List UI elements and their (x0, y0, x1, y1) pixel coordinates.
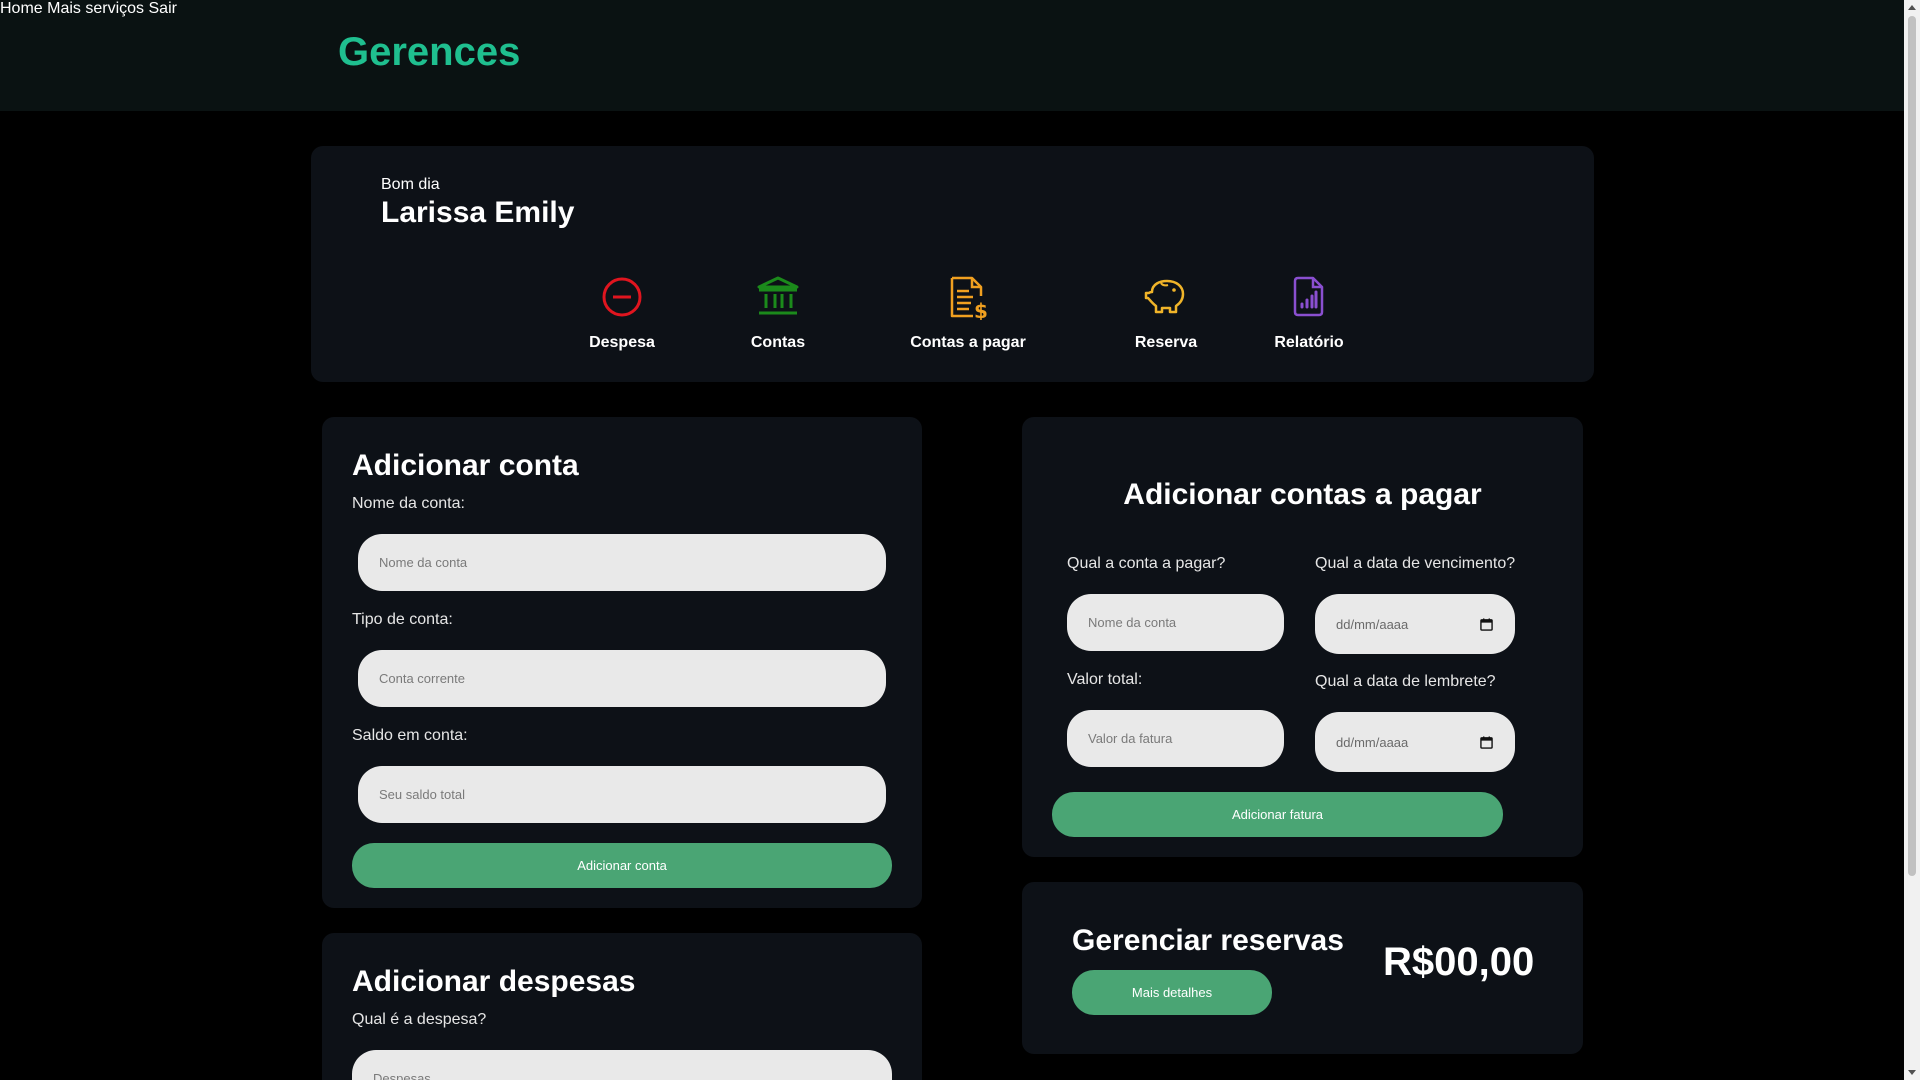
greeting-panel: Bom dia Larissa Emily Despesa Contas $ C… (311, 146, 1594, 382)
total-value-input[interactable] (1067, 710, 1284, 767)
shortcut-despesa[interactable]: Despesa (577, 274, 667, 352)
manage-reserves-title: Gerenciar reservas (1072, 924, 1344, 957)
scroll-up-arrow-icon[interactable] (1908, 5, 1916, 10)
bill-name-label: Qual a conta a pagar? (1067, 555, 1226, 572)
reserve-balance: R$00,00 (1383, 940, 1535, 984)
page-scrollbar[interactable] (1904, 0, 1920, 1080)
user-name: Larissa Emily (381, 196, 575, 229)
nav-logout-link[interactable]: Sair (149, 0, 177, 17)
manage-reserves-card: Gerenciar reservas Mais detalhes R$00,00 (1022, 882, 1583, 1054)
top-navbar: Gerences Home Mais serviços Sair (0, 0, 1904, 111)
expense-input[interactable] (352, 1050, 892, 1080)
bank-icon (757, 276, 799, 315)
add-bills-title: Adicionar contas a pagar (1123, 478, 1482, 511)
account-balance-label: Saldo em conta: (352, 727, 468, 744)
add-bill-button[interactable]: Adicionar fatura (1052, 792, 1503, 837)
report-chart-icon (1293, 276, 1324, 317)
calendar-icon[interactable] (1480, 735, 1493, 749)
shortcut-label: Despesa (589, 334, 655, 351)
reminder-date-input[interactable]: dd/mm/aaaa (1315, 712, 1515, 772)
nav-more-services-link[interactable]: Mais serviços (47, 0, 144, 17)
shortcut-label: Contas (750, 334, 806, 351)
add-account-card: Adicionar conta Nome da conta: Tipo de c… (322, 417, 922, 908)
scroll-down-arrow-icon[interactable] (1908, 1070, 1916, 1075)
nav-home-link[interactable]: Home (0, 0, 43, 17)
greeting-salutation: Bom dia (381, 176, 440, 193)
reminder-date-placeholder: dd/mm/aaaa (1336, 734, 1409, 750)
svg-text:$: $ (974, 299, 988, 320)
reminder-date-label: Qual a data de lembrete? (1315, 673, 1496, 690)
due-date-input[interactable]: dd/mm/aaaa (1315, 594, 1515, 654)
add-bills-card: Adicionar contas a pagar Qual a conta a … (1022, 417, 1583, 857)
add-account-button[interactable]: Adicionar conta (352, 843, 892, 888)
shortcut-contas[interactable]: Contas (733, 274, 823, 352)
shortcut-contas-a-pagar[interactable]: $ Contas a pagar (883, 274, 1053, 352)
scrollbar-thumb[interactable] (1908, 16, 1916, 876)
shortcut-reserva[interactable]: Reserva (1111, 274, 1221, 352)
account-name-label: Nome da conta: (352, 495, 465, 512)
account-name-input[interactable] (358, 534, 886, 591)
add-account-title: Adicionar conta (352, 449, 579, 482)
piggy-bank-icon (1144, 279, 1185, 314)
bill-name-input[interactable] (1067, 594, 1284, 651)
more-details-button[interactable]: Mais detalhes (1072, 970, 1272, 1015)
shortcut-label: Relatório (1274, 334, 1344, 351)
account-type-input[interactable] (358, 650, 886, 707)
due-date-placeholder: dd/mm/aaaa (1336, 616, 1409, 632)
due-date-label: Qual a data de vencimento? (1315, 555, 1516, 572)
account-type-label: Tipo de conta: (352, 611, 453, 628)
total-value-label: Valor total: (1067, 671, 1143, 688)
invoice-dollar-icon: $ (950, 276, 988, 320)
minus-circle-icon (602, 277, 642, 317)
add-expenses-card: Adicionar despesas Qual é a despesa? (322, 933, 922, 1080)
brand-logo[interactable]: Gerences (338, 30, 520, 75)
shortcut-label: Contas a pagar (910, 334, 1026, 351)
shortcut-label: Reserva (1134, 334, 1198, 351)
account-balance-input[interactable] (358, 766, 886, 823)
calendar-icon[interactable] (1480, 617, 1493, 631)
shortcut-relatorio[interactable]: Relatório (1254, 274, 1364, 352)
add-expenses-title: Adicionar despesas (352, 965, 636, 998)
expense-question-label: Qual é a despesa? (352, 1011, 487, 1028)
